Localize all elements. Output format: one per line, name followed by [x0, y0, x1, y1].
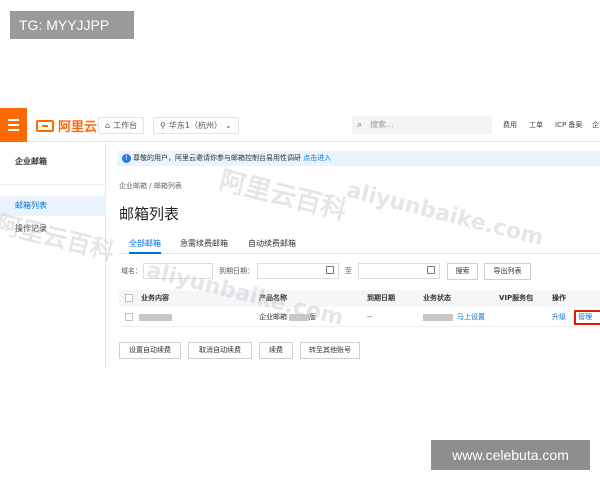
mailbox-tabs: 全部邮箱 急需续费邮箱 自动续费邮箱 — [119, 238, 600, 254]
topbar-link-enterprise[interactable]: 企 — [592, 117, 599, 134]
location-pin-icon: ⚲ — [160, 121, 166, 130]
region-label: 华东1（杭州） — [168, 121, 222, 130]
breadcrumb: 企业邮箱 / 邮箱列表 — [119, 181, 182, 191]
column-header-business: 业务内容 — [141, 294, 169, 302]
domain-input[interactable] — [143, 263, 213, 279]
sidebar-divider — [0, 184, 106, 185]
export-list-button[interactable]: 导出列表 — [484, 263, 531, 280]
tab-auto-renewal[interactable]: 自动续费邮箱 — [248, 238, 296, 254]
info-icon: ! — [122, 154, 131, 163]
enable-auto-renew-button[interactable]: 设置自动续费 — [119, 342, 181, 359]
search-placeholder: 搜索... — [370, 120, 394, 129]
breadcrumb-current: 邮箱列表 — [153, 182, 182, 190]
search-button[interactable]: 搜索 — [447, 263, 478, 280]
chevron-down-icon: ⌄ — [224, 121, 232, 130]
tab-urgent-renewal[interactable]: 急需续费邮箱 — [180, 238, 228, 254]
menu-line — [8, 129, 19, 131]
column-header-product: 产品名称 — [259, 294, 287, 302]
transfer-account-button[interactable]: 转至其他账号 — [300, 342, 360, 359]
manage-link[interactable]: 管理 — [578, 307, 592, 327]
product-name-prefix: 企业邮箱 — [259, 313, 287, 321]
renew-button[interactable]: 续费 — [259, 342, 293, 359]
product-name-suffix: 版 — [309, 313, 316, 321]
menu-line — [8, 119, 19, 121]
column-header-actions: 操作 — [552, 294, 566, 302]
menu-line — [8, 124, 19, 126]
filter-bar: 域名： 到期日期： 至 搜索 导出列表 — [119, 263, 600, 285]
expiry-date-label: 到期日期： — [219, 267, 254, 275]
search-icon: ⌕ — [357, 120, 363, 130]
sidebar: 企业邮箱 邮箱列表 操作记录 — [0, 143, 106, 368]
expiry-date-value: -- — [367, 313, 373, 321]
region-selector[interactable]: ⚲ 华东1（杭州） ⌄ — [153, 117, 239, 134]
column-header-expiry: 到期日期 — [367, 294, 395, 302]
cancel-auto-renew-button[interactable]: 取消自动续费 — [188, 342, 252, 359]
upgrade-link[interactable]: 升级 — [552, 307, 566, 327]
redacted-status — [423, 314, 453, 321]
tg-watermark-label: TG: MYYJJPP — [10, 11, 134, 39]
aliyun-logo-icon — [36, 119, 54, 132]
breadcrumb-root[interactable]: 企业邮箱 — [119, 182, 147, 190]
date-range-to-label: 至 — [345, 267, 352, 275]
main-content: ! 尊敬的用户，阿里云邀请你参与邮箱控制台易用性调研 点击进入 企业邮箱 / 邮… — [107, 143, 600, 368]
topbar-link-tickets[interactable]: 工单 — [529, 117, 543, 134]
topbar-link-icp[interactable]: ICP 备案 — [555, 117, 582, 134]
redacted-business-content — [139, 314, 172, 321]
survey-notice-bar: ! 尊敬的用户，阿里云邀请你参与邮箱控制台易用性调研 点击进入 — [117, 151, 600, 166]
sidebar-item-mailbox-list[interactable]: 邮箱列表 — [0, 196, 106, 216]
logo-text: 阿里云 — [58, 120, 98, 135]
calendar-icon — [326, 266, 334, 274]
home-icon: ⌂ — [105, 121, 111, 130]
bulk-actions: 设置自动续费 取消自动续费 续费 转至其他账号 — [119, 342, 600, 359]
topbar-link-billing[interactable]: 费用 — [503, 117, 517, 134]
workbench-button[interactable]: ⌂ 工作台 — [98, 117, 145, 134]
table-header: 业务内容 产品名称 到期日期 业务状态 VIP服务包 操作 — [119, 290, 600, 307]
top-navbar: 阿里云 ⌂ 工作台 ⚲ 华东1（杭州） ⌄ ⌕ 搜索... 费用 工单 ICP … — [0, 108, 600, 142]
table-row: 企业邮箱 版 -- 马上设置 升级 管理 — [119, 307, 600, 327]
hamburger-menu-button[interactable] — [0, 108, 27, 142]
aliyun-console: 阿里云 ⌂ 工作台 ⚲ 华东1（杭州） ⌄ ⌕ 搜索... 费用 工单 ICP … — [0, 108, 600, 368]
column-header-vip: VIP服务包 — [499, 294, 534, 302]
expiry-start-date-input[interactable] — [257, 263, 339, 279]
notice-link[interactable]: 点击进入 — [303, 154, 331, 162]
global-search-input[interactable]: ⌕ 搜索... — [352, 116, 492, 134]
column-header-status: 业务状态 — [423, 294, 451, 302]
breadcrumb-separator: / — [149, 182, 152, 190]
expiry-end-date-input[interactable] — [358, 263, 440, 279]
row-checkbox[interactable] — [125, 313, 133, 321]
aliyun-logo[interactable]: 阿里云 — [36, 116, 97, 135]
tab-all-mailboxes[interactable]: 全部邮箱 — [129, 238, 161, 254]
select-all-checkbox[interactable] — [125, 294, 133, 302]
domain-label: 域名： — [121, 267, 142, 275]
setup-now-link[interactable]: 马上设置 — [457, 307, 485, 327]
site-watermark-label: www.celebuta.com — [431, 440, 590, 470]
page-title: 邮箱列表 — [119, 205, 180, 223]
redacted-product-edition — [289, 314, 309, 321]
workbench-label: 工作台 — [113, 121, 138, 130]
notice-text: 尊敬的用户，阿里云邀请你参与邮箱控制台易用性调研 — [133, 154, 301, 162]
sidebar-title: 企业邮箱 — [15, 157, 47, 166]
screenshot-page: TG: MYYJJPP 阿里云 ⌂ 工作台 ⚲ 华东1（杭州） ⌄ ⌕ 搜索..… — [0, 0, 600, 480]
sidebar-item-operation-log[interactable]: 操作记录 — [0, 219, 106, 239]
calendar-icon — [427, 266, 435, 274]
